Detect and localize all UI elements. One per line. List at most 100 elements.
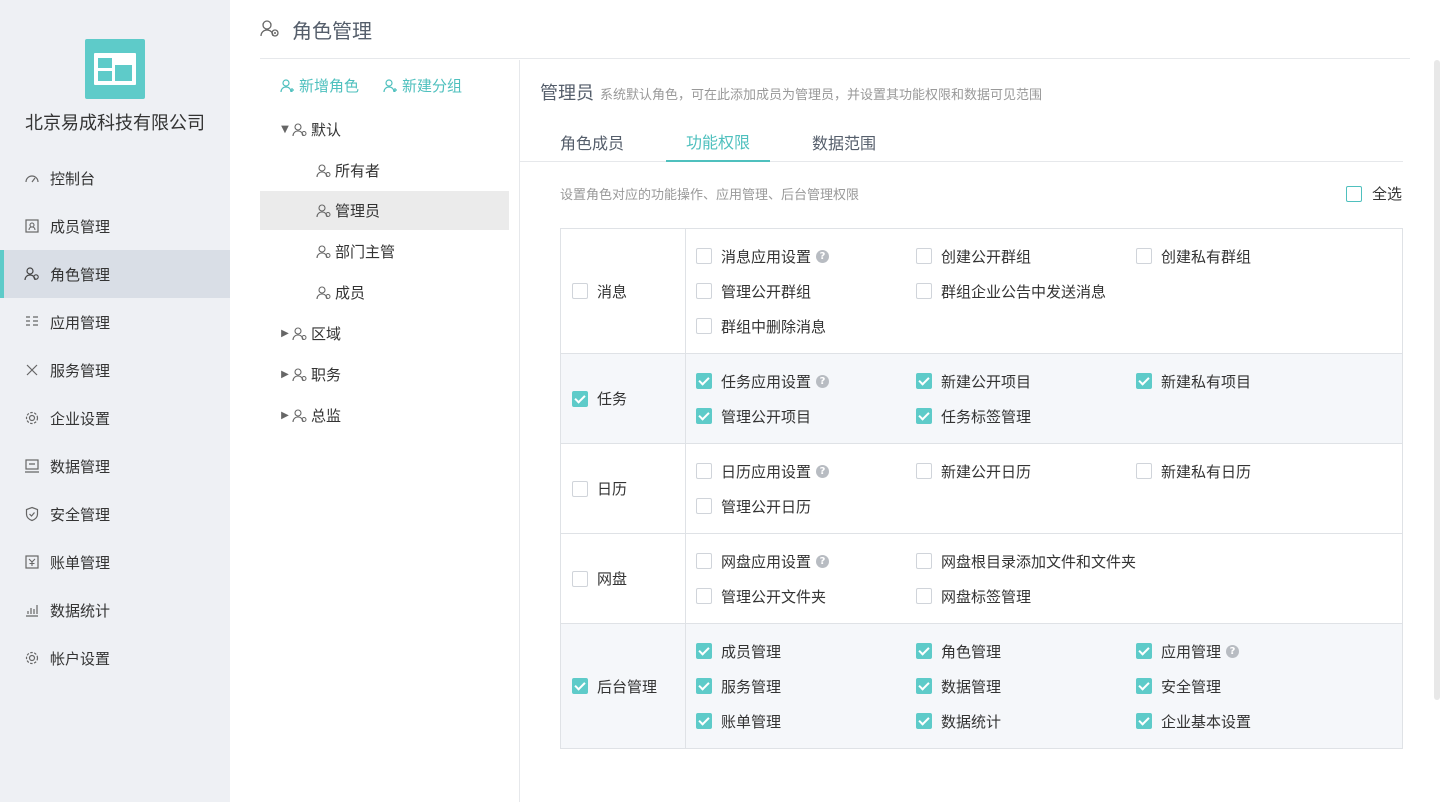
permission-checkbox[interactable]: [696, 498, 712, 514]
tree-node[interactable]: 所有者: [316, 151, 380, 190]
permission-item[interactable]: 账单管理: [696, 710, 916, 732]
permission-checkbox[interactable]: [696, 373, 712, 389]
permission-category[interactable]: 日历: [561, 444, 686, 533]
permission-item[interactable]: 安全管理: [1136, 675, 1356, 697]
permission-item[interactable]: 新建公开日历: [916, 460, 1136, 482]
permission-item[interactable]: 数据管理: [916, 675, 1136, 697]
sidebar-item-1[interactable]: 成员管理: [0, 202, 230, 250]
permission-item[interactable]: 群组中删除消息: [696, 315, 916, 337]
help-icon[interactable]: ?: [816, 374, 830, 388]
permission-checkbox[interactable]: [696, 713, 712, 729]
permission-item[interactable]: 创建私有群组: [1136, 245, 1356, 267]
add-group-button[interactable]: 新建分组: [383, 75, 462, 96]
permission-checkbox[interactable]: [916, 643, 932, 659]
permission-item[interactable]: 新建公开项目: [916, 370, 1136, 392]
permission-item[interactable]: 网盘应用设置?: [696, 550, 916, 572]
permission-item[interactable]: 网盘根目录添加文件和文件夹: [916, 550, 1136, 572]
permission-item[interactable]: 服务管理: [696, 675, 916, 697]
help-icon[interactable]: ?: [816, 554, 830, 568]
tab-role-members[interactable]: 角色成员: [560, 122, 624, 162]
select-all-box[interactable]: [1345, 185, 1362, 202]
permission-item[interactable]: 新建私有日历: [1136, 460, 1356, 482]
permission-item[interactable]: 管理公开日历: [696, 495, 916, 517]
caret-right-icon[interactable]: ▶: [280, 410, 290, 421]
permission-checkbox[interactable]: [916, 463, 932, 479]
permission-item[interactable]: 创建公开群组: [916, 245, 1136, 267]
permission-item[interactable]: 管理公开群组: [696, 280, 916, 302]
permission-item[interactable]: 管理公开文件夹: [696, 585, 916, 607]
tree-node[interactable]: 管理员: [260, 191, 509, 230]
permission-item[interactable]: 日历应用设置?: [696, 460, 916, 482]
tab-data-scope[interactable]: 数据范围: [812, 122, 876, 162]
permission-checkbox[interactable]: [696, 408, 712, 424]
tree-node[interactable]: ▶ 总监: [280, 396, 341, 435]
sidebar-item-10[interactable]: 帐户设置: [0, 634, 230, 682]
permission-checkbox[interactable]: [916, 283, 932, 299]
permission-checkbox[interactable]: [1136, 643, 1152, 659]
category-checkbox[interactable]: [572, 390, 588, 407]
permission-category[interactable]: 后台管理: [561, 624, 686, 748]
permission-checkbox[interactable]: [696, 318, 712, 334]
category-checkbox[interactable]: [572, 570, 588, 587]
tree-node[interactable]: 成员: [316, 273, 365, 312]
permission-item[interactable]: 数据统计: [916, 710, 1136, 732]
permission-checkbox[interactable]: [696, 678, 712, 694]
permission-checkbox[interactable]: [1136, 713, 1152, 729]
sidebar-item-8[interactable]: 账单管理: [0, 538, 230, 586]
permission-item[interactable]: 角色管理: [916, 640, 1136, 662]
select-all-checkbox[interactable]: 全选: [1345, 183, 1402, 204]
permission-checkbox[interactable]: [916, 373, 932, 389]
sidebar-item-2[interactable]: 角色管理: [0, 250, 230, 298]
permission-item[interactable]: 网盘标签管理: [916, 585, 1136, 607]
permission-item[interactable]: 应用管理?: [1136, 640, 1356, 662]
caret-right-icon[interactable]: ▶: [280, 369, 290, 380]
permission-checkbox[interactable]: [1136, 248, 1152, 264]
permission-category[interactable]: 消息: [561, 229, 686, 353]
permission-item[interactable]: 新建私有项目: [1136, 370, 1356, 392]
tab-function-permissions[interactable]: 功能权限: [666, 122, 770, 162]
caret-right-icon[interactable]: ▶: [280, 328, 290, 339]
category-checkbox[interactable]: [572, 480, 588, 497]
permission-item[interactable]: 企业基本设置: [1136, 710, 1356, 732]
permission-checkbox[interactable]: [696, 553, 712, 569]
category-checkbox[interactable]: [572, 678, 588, 694]
permission-checkbox[interactable]: [916, 678, 932, 694]
permission-checkbox[interactable]: [696, 643, 712, 659]
permission-checkbox[interactable]: [916, 408, 932, 424]
sidebar-item-5[interactable]: 企业设置: [0, 394, 230, 442]
permission-checkbox[interactable]: [1136, 678, 1152, 694]
permission-item[interactable]: 任务标签管理: [916, 405, 1136, 427]
permission-checkbox[interactable]: [916, 713, 932, 729]
tree-node[interactable]: ▶ 职务: [280, 355, 341, 394]
sidebar-item-0[interactable]: 控制台: [0, 154, 230, 202]
tree-node[interactable]: ▶ 区域: [280, 314, 341, 353]
permission-checkbox[interactable]: [696, 588, 712, 604]
category-checkbox[interactable]: [572, 283, 588, 299]
permission-category[interactable]: 网盘: [561, 534, 686, 623]
sidebar-item-9[interactable]: 数据统计: [0, 586, 230, 634]
sidebar-item-7[interactable]: 安全管理: [0, 490, 230, 538]
add-role-button[interactable]: 新增角色: [280, 75, 359, 96]
permission-checkbox[interactable]: [1136, 373, 1152, 389]
tree-node[interactable]: 部门主管: [316, 232, 395, 271]
permission-checkbox[interactable]: [1136, 463, 1152, 479]
help-icon[interactable]: ?: [1226, 644, 1240, 658]
permission-item[interactable]: 群组企业公告中发送消息: [916, 280, 1136, 302]
permission-item[interactable]: 任务应用设置?: [696, 370, 916, 392]
help-icon[interactable]: ?: [816, 464, 830, 478]
permission-category[interactable]: 任务: [561, 354, 686, 443]
permission-checkbox[interactable]: [696, 463, 712, 479]
caret-down-icon[interactable]: ▼: [280, 124, 290, 135]
tree-node[interactable]: ▼ 默认: [280, 110, 341, 149]
permission-item[interactable]: 管理公开项目: [696, 405, 916, 427]
permission-checkbox[interactable]: [916, 553, 932, 569]
permission-item[interactable]: 消息应用设置?: [696, 245, 916, 267]
permission-checkbox[interactable]: [696, 283, 712, 299]
sidebar-item-4[interactable]: 服务管理: [0, 346, 230, 394]
scrollbar[interactable]: [1434, 60, 1440, 700]
permission-checkbox[interactable]: [916, 248, 932, 264]
sidebar-item-6[interactable]: 数据管理: [0, 442, 230, 490]
help-icon[interactable]: ?: [816, 249, 830, 263]
permission-checkbox[interactable]: [696, 248, 712, 264]
permission-checkbox[interactable]: [916, 588, 932, 604]
